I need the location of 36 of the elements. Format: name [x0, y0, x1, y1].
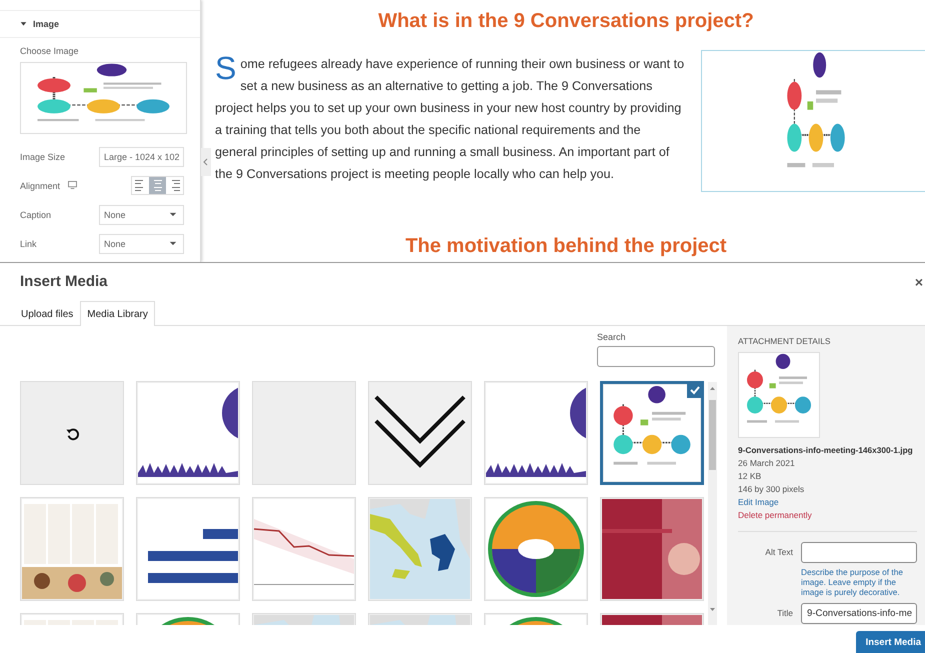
input-field[interactable]: 9-Conversations-info-me — [801, 603, 917, 624]
paragraph: Some refugees already have experience of running their own business or want to set a new business as an alternative to getting a job. The 9 Conversations project helps you to set up your own business in your new host country by providing a training that tells you both about the specific national requirements and the general principles of setting up and running a small business. An important part of the 9 Conversations project is meeting people locally who can help you. — [215, 53, 685, 183]
input-field[interactable] — [801, 542, 917, 563]
caret-icon[interactable] — [20, 20, 27, 27]
file-info: 26 March 2021 — [738, 457, 796, 470]
file-info: 12 KB — [738, 470, 762, 483]
section-heading: The motivation behind the project — [405, 235, 727, 258]
delete-link[interactable]: Delete permanently — [738, 509, 812, 522]
section-heading: What is in the 9 Conversations project? — [378, 10, 754, 33]
field-label: Alt Text — [764, 546, 793, 557]
tab[interactable]: Media Library — [80, 301, 155, 326]
field-label: Caption — [20, 210, 52, 220]
field-label: Alignment — [20, 180, 60, 190]
select-field[interactable]: Large - 1024 x 102 — [99, 146, 184, 166]
search-field[interactable] — [597, 346, 715, 367]
field-label: Image Size — [20, 152, 66, 162]
field-label: Title — [776, 607, 793, 618]
field-label: Choose Image — [20, 46, 80, 56]
tab[interactable]: Upload files — [14, 301, 80, 326]
field-label: Link — [20, 238, 37, 248]
details-heading: ATTACHMENT DETAILS — [738, 336, 832, 346]
select-field[interactable]: None — [99, 204, 184, 224]
close-button[interactable]: × — [914, 274, 923, 290]
section-title[interactable]: Image — [33, 19, 60, 29]
field-description: Describe the purpose of the image. Leave empty if the image is purely decorative. — [801, 567, 904, 597]
monitor-icon[interactable] — [68, 180, 78, 188]
edit-image-link[interactable]: Edit Image — [738, 496, 779, 509]
caret-icon — [169, 212, 177, 217]
file-info: 146 by 300 pixels — [738, 483, 806, 496]
field-label: Search — [597, 332, 627, 342]
file-name: 9-Conversations-info-meeting-146x300-1.jpg — [738, 444, 914, 457]
caret-icon — [169, 241, 177, 246]
select-field[interactable]: None — [99, 234, 184, 254]
modal-title: Insert Media — [20, 273, 108, 290]
insert-media-button[interactable]: Insert Media — [856, 631, 925, 653]
refresh-icon — [66, 427, 80, 441]
